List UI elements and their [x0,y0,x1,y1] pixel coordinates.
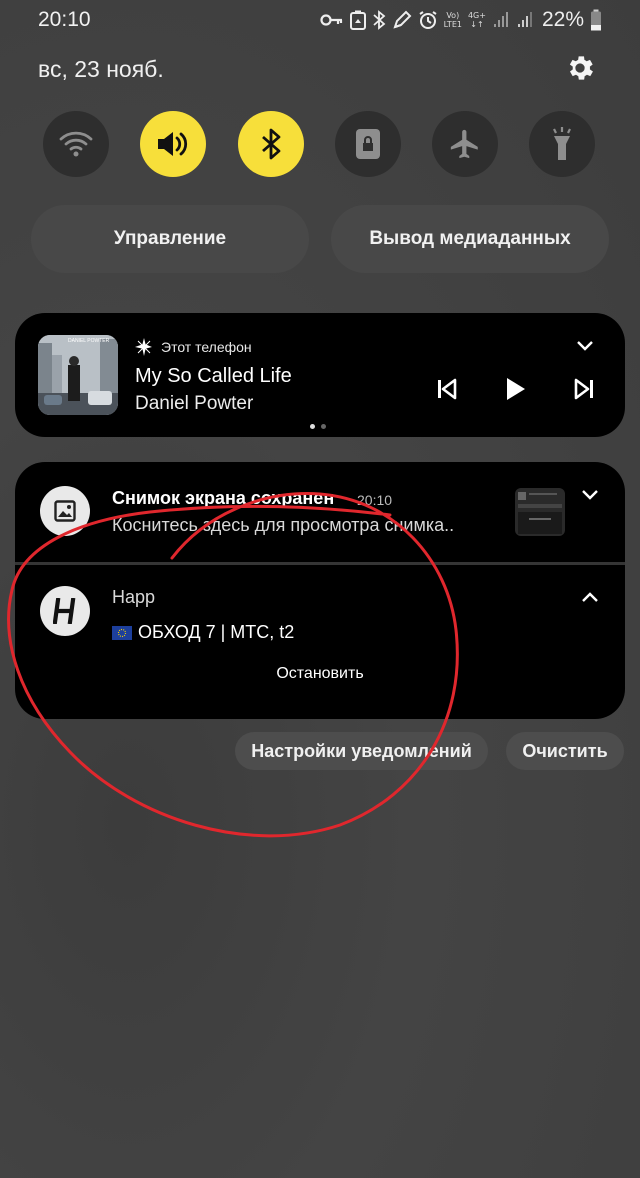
signal-icon-2 [517,12,532,27]
bluetooth-icon [372,10,385,30]
happ-status-label: ОБХОД 7 | МТС, t2 [138,622,295,642]
media-title: My So Called Life [135,365,292,387]
happ-notification[interactable] [15,565,625,719]
lock-icon [356,129,380,159]
gear-icon [569,56,593,80]
control-button[interactable]: Управление [31,205,309,273]
media-source[interactable]: Этот телефон [135,338,252,356]
media-page-indicator [310,424,326,429]
network-type: 4G+ ↓↑ [467,11,486,29]
flashlight-icon [553,127,571,160]
chevron-down-icon [582,490,598,500]
screenshot-notification-time: 20:10 [357,492,393,508]
status-bar: 20:10 Vo) LTE1 4G+ ↓↑ 22% [0,0,640,40]
previous-track-button[interactable] [430,372,464,406]
alarm-icon [419,11,437,29]
happ-notification-text: ОБХОД 7 | МТС, t2 [112,622,294,643]
recycle-icon [349,10,366,30]
quick-settings [0,111,640,177]
album-label: DANIEL POWTER [68,338,110,344]
notification-settings-button[interactable]: Настройки уведомлений [235,732,488,770]
status-icons: Vo) LTE1 4G+ ↓↑ 22% [319,6,602,34]
sparkle-icon [135,338,152,356]
stop-button[interactable]: Остановить [255,665,385,691]
next-track-button[interactable] [567,372,601,406]
clear-button[interactable]: Очистить [506,732,624,770]
page-dot [310,424,315,429]
skip-next-icon [574,378,593,400]
lte-label: LTE1 [443,20,462,29]
screenshot-notification-text: Коснитесь здесь для просмотра снимка.. [112,515,455,535]
wifi-toggle[interactable] [43,111,109,177]
media-artist: Daniel Powter [135,393,254,414]
page-dot [321,424,326,429]
sound-toggle[interactable] [140,111,206,177]
rotation-lock-toggle[interactable] [335,111,401,177]
chevron-up-icon [582,592,598,602]
play-icon [507,378,525,400]
edit-icon [392,10,411,29]
volte-label: Vo) [446,11,460,20]
flashlight-toggle[interactable] [529,111,595,177]
volte-icon: Vo) LTE1 [444,11,462,29]
happ-app-icon [40,586,90,636]
speaker-icon [158,132,188,156]
happ-app-name: Happ [112,587,156,607]
screenshot-notification[interactable]: Снимок экрана сохранен 20:10 Коснитесь з… [15,462,625,562]
media-output-button[interactable]: Вывод медиаданных [331,205,609,273]
clock: 20:10 [38,8,91,31]
screenshot-thumbnail [515,488,565,536]
happ-logo-icon [53,598,76,624]
screenshot-expand-button[interactable] [573,478,607,512]
image-icon [54,500,76,522]
screenshot-notification-title: Снимок экрана сохранен [112,488,335,508]
key-icon [319,14,342,26]
battery-percent: 22% [541,8,584,31]
settings-button[interactable] [564,52,596,84]
battery-icon [591,9,601,31]
network-label: 4G+ [467,11,486,20]
media-source-label: Этот телефон [161,339,252,355]
bluetooth-toggle[interactable] [238,111,304,177]
media-expand-button[interactable] [568,329,602,363]
airplane-toggle[interactable] [432,111,498,177]
play-button[interactable] [498,372,532,406]
notification-group: Снимок экрана сохранен 20:10 Коснитесь з… [15,462,625,719]
skip-previous-icon [438,378,457,400]
media-player-card[interactable]: DANIEL POWTER Этот телефон My So Called … [15,313,625,437]
airplane-icon [450,129,478,159]
happ-collapse-button[interactable] [573,580,607,614]
signal-icon [493,12,508,27]
bluetooth-icon [262,128,281,160]
wifi-icon [59,131,93,157]
chevron-down-icon [577,341,593,351]
album-art: DANIEL POWTER [38,335,118,415]
gallery-app-icon [40,486,90,536]
eu-flag-icon [112,625,132,640]
date-label: вс, 23 нояб. [38,56,164,82]
